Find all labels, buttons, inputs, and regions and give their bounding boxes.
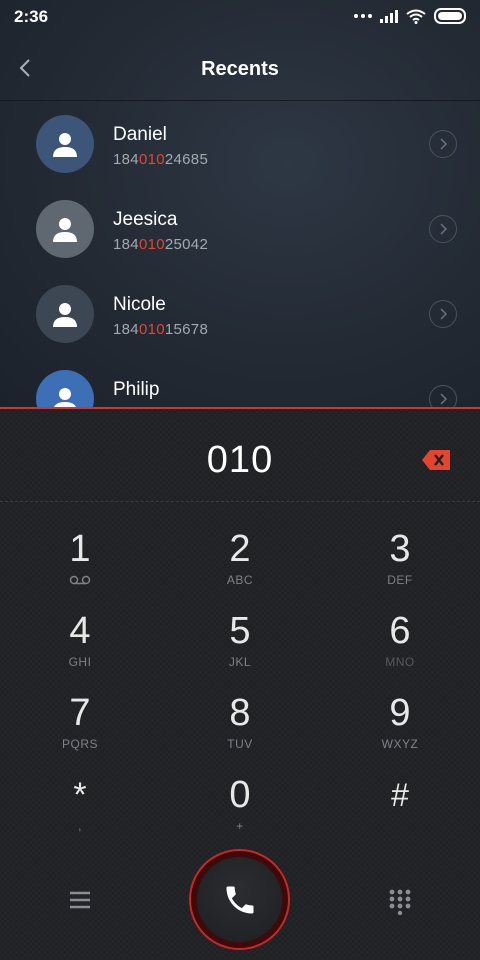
- avatar: [36, 115, 94, 173]
- call-button[interactable]: [189, 849, 290, 950]
- recent-item-daniel[interactable]: Daniel 18401024685: [0, 102, 480, 187]
- key-9[interactable]: 9 WXYZ: [320, 693, 480, 775]
- contact-name: Jeesica: [113, 209, 178, 230]
- avatar: [36, 285, 94, 343]
- key-4[interactable]: 4 GHI: [0, 611, 160, 693]
- key-hash[interactable]: #: [320, 775, 480, 857]
- key-7[interactable]: 7 PQRS: [0, 693, 160, 775]
- key-3[interactable]: 3 DEF: [320, 529, 480, 611]
- page-title: Recents: [201, 58, 279, 80]
- key-6[interactable]: 6 MNO: [320, 611, 480, 693]
- input-divider: [0, 501, 480, 502]
- contact-name: Daniel: [113, 124, 167, 145]
- header-divider: [0, 100, 480, 101]
- person-icon: [53, 303, 77, 327]
- key-1[interactable]: 1: [0, 529, 160, 611]
- voicemail-icon: [69, 575, 91, 585]
- details-chevron-icon[interactable]: [429, 130, 457, 158]
- details-chevron-icon[interactable]: [429, 215, 457, 243]
- contact-name: Philip: [113, 379, 160, 400]
- header: Recents: [0, 40, 480, 98]
- dialpad-toggle-icon[interactable]: [388, 889, 412, 915]
- avatar: [36, 200, 94, 258]
- signal-icon: [380, 9, 398, 23]
- key-8[interactable]: 8 TUV: [160, 693, 320, 775]
- menu-icon[interactable]: [69, 890, 91, 910]
- details-chevron-icon[interactable]: [429, 385, 457, 408]
- avatar: [36, 370, 94, 408]
- recents-panel: 2:36 Recents Daniel 18401024685 Jeesica …: [0, 0, 480, 408]
- call-button-inner: [197, 857, 282, 942]
- wifi-icon: [406, 9, 426, 24]
- status-time: 2:36: [14, 7, 49, 26]
- person-icon: [53, 218, 77, 242]
- dialed-number: 010: [206, 439, 274, 481]
- status-icons: [354, 8, 466, 24]
- recent-item-jeesica[interactable]: Jeesica 18401025042: [0, 187, 480, 272]
- key-2[interactable]: 2 ABC: [160, 529, 320, 611]
- phone-icon: [226, 886, 253, 913]
- key-0[interactable]: 0 +: [160, 775, 320, 857]
- person-icon: [53, 388, 77, 408]
- contact-name: Nicole: [113, 294, 166, 315]
- recents-list: Daniel 18401024685 Jeesica 18401025042 N…: [0, 102, 480, 408]
- recent-item-nicole[interactable]: Nicole 18401015678: [0, 272, 480, 357]
- contact-number: 18401015678: [113, 321, 209, 338]
- battery-icon: [434, 8, 466, 24]
- key-star[interactable]: * ,: [0, 775, 160, 857]
- status-bar: 2:36: [0, 0, 480, 34]
- backspace-icon[interactable]: [421, 449, 451, 471]
- more-dots-icon: [354, 14, 372, 18]
- person-icon: [53, 133, 77, 157]
- contact-number: 18401024685: [113, 151, 209, 168]
- contact-number: 18401025042: [113, 236, 209, 253]
- dialer-pad: 010 1 2 ABC 3 DEF 4 GHI 5 JKL 6 MNO 7 PQ…: [0, 409, 480, 960]
- details-chevron-icon[interactable]: [429, 300, 457, 328]
- key-5[interactable]: 5 JKL: [160, 611, 320, 693]
- recent-item-philip[interactable]: Philip: [0, 357, 480, 408]
